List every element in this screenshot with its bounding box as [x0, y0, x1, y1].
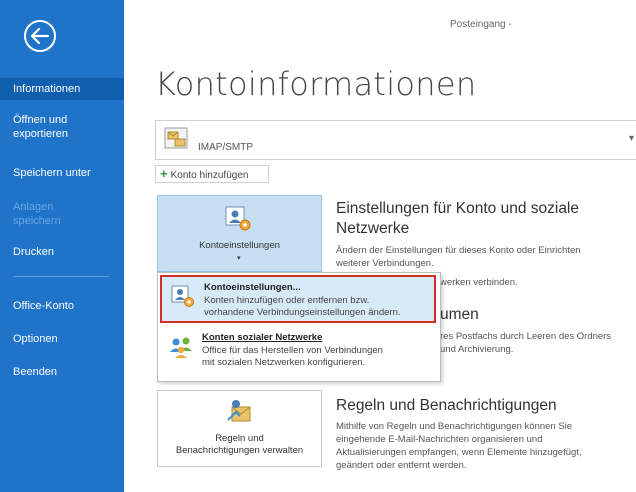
page-title: Kontoinformationen: [155, 65, 477, 103]
menu-item-desc-line: mit sozialen Netzwerken konfigurieren.: [202, 357, 366, 368]
manage-rules-button[interactable]: Regeln und Benachrichtigungen verwalten: [157, 390, 322, 467]
nav-print[interactable]: Drucken: [0, 245, 124, 259]
add-account-label: Konto hinzufügen: [170, 170, 249, 181]
menu-item-desc-line: Office für das Herstellen von Verbindung…: [202, 345, 383, 356]
nav-divider: [13, 276, 109, 277]
account-settings-desc-3: werken verbinden.: [440, 277, 518, 288]
menu-item-title: Konten sozialer Netzwerke: [202, 332, 323, 343]
account-settings-label: Kontoeinstellungen: [199, 240, 280, 251]
mail-account-icon: [164, 127, 188, 149]
plus-icon: +: [160, 166, 168, 181]
menu-item-desc-line: vorhandene Verbindungseinstellungen ände…: [204, 307, 401, 318]
account-settings-desc-2: weiterer Verbindungen.: [336, 258, 434, 269]
rules-desc-3: Aktualisierungen empfangen, wenn Element…: [336, 447, 582, 458]
nav-exit[interactable]: Beenden: [0, 365, 124, 379]
nav-open-export[interactable]: Öffnen und exportieren: [0, 113, 110, 141]
chevron-down-icon: ▾: [628, 133, 634, 144]
menu-item-desc: Office für das Herstellen von Verbindung…: [202, 345, 432, 369]
account-settings-desc-1: Ändern der Einstellungen für dieses Kont…: [336, 245, 581, 256]
account-settings-dropdown: Kontoeinstellungen... Konten hinzufügen …: [157, 272, 441, 382]
nav-save-as[interactable]: Speichern unter: [0, 166, 124, 180]
manage-rules-label-2: Benachrichtigungen verwalten: [175, 445, 304, 456]
window-title: Posteingang -: [450, 19, 512, 30]
account-settings-button[interactable]: Kontoeinstellungen ▾: [157, 195, 322, 272]
rules-alerts-icon: [227, 400, 251, 422]
account-settings-icon: [225, 206, 251, 231]
rules-desc-4: geändert oder entfernt werden.: [336, 460, 467, 471]
backstage-sidebar: Informationen Öffnen und exportieren Spe…: [0, 0, 124, 492]
account-label: IMAP/SMTP: [198, 142, 254, 153]
menu-item-account-settings[interactable]: Kontoeinstellungen... Konten hinzufügen …: [160, 275, 436, 323]
rules-title: Regeln und Benachrichtigungen: [336, 397, 557, 414]
account-settings-title: Einstellungen für Konto und soziale Netz…: [336, 200, 579, 237]
nav-office-account[interactable]: Office-Konto: [0, 299, 124, 313]
menu-item-title: Kontoeinstellungen...: [204, 282, 301, 293]
account-selector[interactable]: IMAP/SMTP ▾: [155, 120, 636, 160]
back-arrow-icon[interactable]: [22, 18, 58, 54]
rules-desc-1: Mithilfe von Regeln und Benachrichtigung…: [336, 421, 573, 432]
cleanup-title: umen: [440, 306, 479, 323]
nav-save-attachments: Anlagen speichern: [13, 201, 61, 227]
cleanup-desc-1: res Postfachs durch Leeren des Ordners: [440, 331, 612, 342]
menu-item-social-accounts[interactable]: Konten sozialer Netzwerke Office für das…: [160, 327, 436, 375]
account-settings-icon: [171, 285, 194, 307]
nav-options[interactable]: Optionen: [0, 332, 124, 346]
nav-informationen[interactable]: Informationen: [0, 78, 124, 100]
add-account-button[interactable]: + Konto hinzufügen: [155, 165, 269, 183]
manage-rules-label-1: Regeln und: [215, 433, 264, 444]
social-network-icon: [170, 337, 192, 358]
cleanup-desc-2: und Archivierung.: [440, 344, 514, 355]
menu-item-desc-line: Konten hinzufügen oder entfernen bzw.: [204, 295, 370, 306]
rules-desc-2: eingehende E-Mail-Nachrichten organisier…: [336, 434, 543, 445]
chevron-down-icon: ▾: [237, 255, 241, 262]
menu-item-desc: Konten hinzufügen oder entfernen bzw. vo…: [204, 295, 434, 319]
